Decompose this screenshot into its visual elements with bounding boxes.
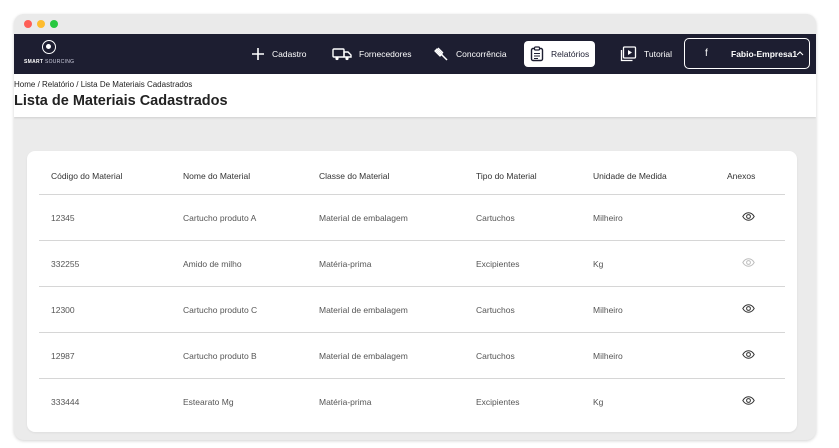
nav-tutorial-label: Tutorial	[644, 49, 673, 59]
user-menu-button[interactable]: f Fabio-Empresa1	[684, 38, 810, 69]
app-window: SMART SOURCING Cadastro Fornecedores Con…	[14, 14, 816, 440]
cell-codigo: 12300	[51, 305, 75, 315]
nav-cadastro[interactable]: Cadastro	[251, 41, 307, 67]
nav-cadastro-label: Cadastro	[272, 49, 307, 59]
eye-icon[interactable]	[742, 212, 755, 221]
logo-text: SMART SOURCING	[24, 59, 75, 65]
breadcrumb: Home / Relatório / Lista De Materiais Ca…	[14, 80, 192, 89]
close-window-button[interactable]	[24, 20, 32, 28]
plus-icon	[252, 48, 264, 60]
clipboard-icon	[530, 46, 544, 62]
cell-classe: Material de embalagem	[319, 351, 408, 361]
user-name: Fabio-Empresa1	[731, 49, 798, 59]
nav-fornecedores[interactable]: Fornecedores	[332, 41, 411, 67]
row-divider	[39, 378, 785, 379]
cell-classe: Material de embalagem	[319, 305, 408, 315]
row-divider	[39, 286, 785, 287]
cell-nome: Cartucho produto B	[183, 351, 257, 361]
cell-codigo: 332255	[51, 259, 80, 269]
eye-icon[interactable]	[742, 350, 755, 359]
cell-codigo: 333444	[51, 397, 80, 407]
breadcrumb-separator: /	[74, 80, 81, 89]
table-row[interactable]: 12345 Cartucho produto A Material de emb…	[27, 194, 797, 240]
cell-codigo: 12345	[51, 213, 75, 223]
row-divider	[39, 240, 785, 241]
table-row[interactable]: 333444 Estearato Mg Matéria-prima Excipi…	[27, 378, 797, 424]
logo-mark-icon	[42, 40, 56, 54]
column-header-nome: Nome do Material	[183, 171, 251, 181]
row-divider	[39, 332, 785, 333]
gavel-icon	[434, 47, 448, 61]
cell-tipo: Cartuchos	[476, 305, 515, 315]
column-header-anexos: Anexos	[727, 171, 756, 181]
cell-unidade: Kg	[593, 259, 604, 269]
cell-nome: Cartucho produto C	[183, 305, 258, 315]
table-row[interactable]: 332255 Amido de milho Matéria-prima Exci…	[27, 240, 797, 286]
nav-tutorial[interactable]: Tutorial	[620, 41, 672, 67]
materials-table-card: Código do Material Nome do Material Clas…	[27, 151, 797, 432]
breadcrumb-current: Lista De Materiais Cadastrados	[80, 80, 193, 89]
cell-classe: Matéria-prima	[319, 397, 372, 407]
row-divider	[39, 194, 785, 195]
cell-nome: Amido de milho	[183, 259, 242, 269]
truck-icon	[332, 48, 352, 61]
nav-concorrencia[interactable]: Concorrência	[432, 41, 507, 67]
cell-tipo: Cartuchos	[476, 351, 515, 361]
page-title: Lista de Materiais Cadastrados	[14, 93, 228, 109]
cell-nome: Cartucho produto A	[183, 213, 257, 223]
table-row[interactable]: 12987 Cartucho produto B Material de emb…	[27, 332, 797, 378]
play-icon	[620, 46, 637, 62]
eye-icon[interactable]	[742, 396, 755, 405]
top-navbar: SMART SOURCING Cadastro Fornecedores Con…	[14, 34, 816, 74]
cell-unidade: Milheiro	[593, 351, 623, 361]
cell-classe: Material de embalagem	[319, 213, 408, 223]
cell-codigo: 12987	[51, 351, 75, 361]
logo[interactable]: SMART SOURCING	[22, 38, 86, 70]
user-initial: f	[705, 48, 708, 59]
nav-fornecedores-label: Fornecedores	[359, 49, 412, 59]
eye-icon[interactable]	[742, 304, 755, 313]
column-header-unidade: Unidade de Medida	[593, 171, 667, 181]
column-header-tipo: Tipo do Material	[476, 171, 537, 181]
cell-unidade: Kg	[593, 397, 604, 407]
cell-unidade: Milheiro	[593, 213, 623, 223]
nav-relatorios-label: Relatórios	[551, 49, 590, 59]
cell-nome: Estearato Mg	[183, 397, 234, 407]
page-header: Home / Relatório / Lista De Materiais Ca…	[14, 74, 816, 117]
minimize-window-button[interactable]	[37, 20, 45, 28]
cell-tipo: Excipientes	[476, 259, 520, 269]
nav-relatorios[interactable]: Relatórios	[524, 41, 596, 67]
cell-tipo: Excipientes	[476, 397, 520, 407]
cell-unidade: Milheiro	[593, 305, 623, 315]
nav-concorrencia-label: Concorrência	[456, 49, 507, 59]
eye-disabled-icon	[742, 258, 755, 267]
breadcrumb-relatorio[interactable]: Relatório	[42, 80, 74, 89]
column-header-classe: Classe do Material	[319, 171, 390, 181]
table-header: Código do Material Nome do Material Clas…	[27, 151, 797, 194]
window-titlebar	[14, 14, 816, 34]
cell-tipo: Cartuchos	[476, 213, 515, 223]
cell-classe: Matéria-prima	[319, 259, 372, 269]
breadcrumb-separator: /	[35, 80, 43, 89]
breadcrumb-home[interactable]: Home	[14, 80, 35, 89]
column-header-codigo: Código do Material	[51, 171, 123, 181]
table-row[interactable]: 12300 Cartucho produto C Material de emb…	[27, 286, 797, 332]
chevron-up-icon	[796, 51, 804, 56]
maximize-window-button[interactable]	[50, 20, 58, 28]
